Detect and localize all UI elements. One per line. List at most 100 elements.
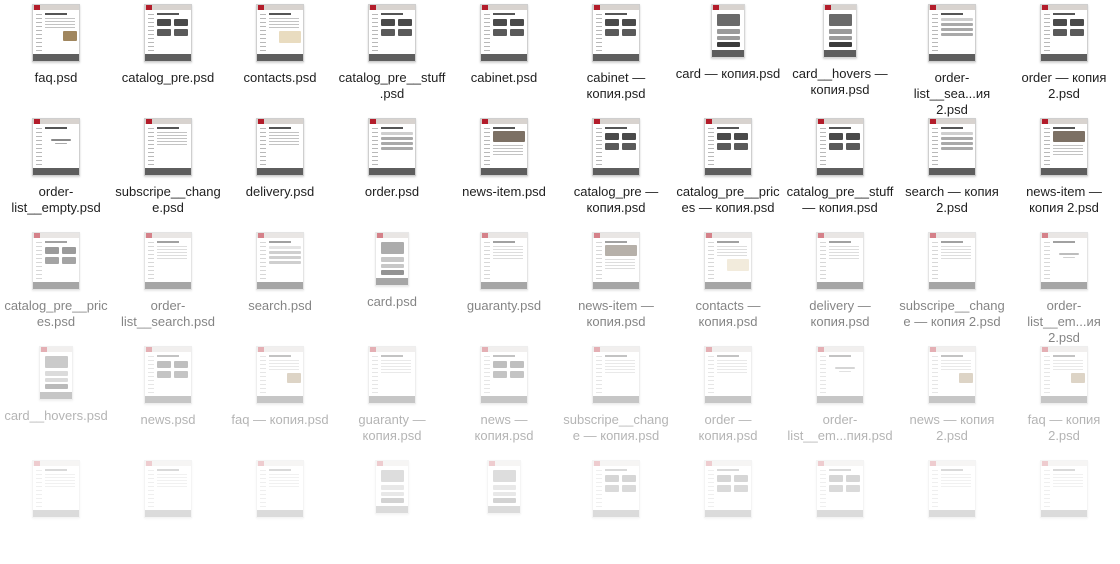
psd-document-icon[interactable] bbox=[144, 460, 192, 518]
file-name[interactable]: catalog_pre__stuff — копия.psd bbox=[784, 184, 896, 216]
psd-document-icon[interactable] bbox=[32, 460, 80, 518]
file-item[interactable]: catalog_pre__stuff — копия.psd bbox=[784, 118, 896, 216]
psd-document-icon[interactable] bbox=[816, 460, 864, 518]
file-item[interactable]: order — копия 2.psd bbox=[1008, 4, 1120, 102]
file-name[interactable]: order-list__search.psd bbox=[112, 298, 224, 330]
psd-document-icon[interactable] bbox=[32, 232, 80, 290]
file-item[interactable]: card__hovers — копия.psd bbox=[784, 4, 896, 98]
file-name[interactable]: catalog_pre.psd bbox=[112, 70, 224, 86]
file-name[interactable]: order-list__em...пия.psd bbox=[784, 412, 896, 444]
psd-document-icon[interactable] bbox=[375, 232, 409, 286]
file-item[interactable]: search.psd bbox=[224, 232, 336, 314]
file-item[interactable]: order-list__empty.psd bbox=[0, 118, 112, 216]
file-item[interactable]: news — копия.psd bbox=[448, 346, 560, 444]
psd-document-icon[interactable] bbox=[592, 4, 640, 62]
psd-document-icon[interactable] bbox=[144, 4, 192, 62]
psd-document-icon[interactable] bbox=[816, 118, 864, 176]
file-name[interactable]: order-list__em...ия 2.psd bbox=[1008, 298, 1120, 346]
file-item[interactable]: contacts — копия.psd bbox=[672, 232, 784, 330]
file-item[interactable]: catalog_pre — копия.psd bbox=[560, 118, 672, 216]
psd-document-icon[interactable] bbox=[256, 4, 304, 62]
file-name[interactable]: order — копия.psd bbox=[672, 412, 784, 444]
file-name[interactable]: card — копия.psd bbox=[672, 66, 784, 82]
file-name[interactable]: delivery.psd bbox=[224, 184, 336, 200]
file-item[interactable]: cabinet — копия.psd bbox=[560, 4, 672, 102]
file-item[interactable]: guaranty — копия.psd bbox=[336, 346, 448, 444]
file-item[interactable]: news-item — копия.psd bbox=[560, 232, 672, 330]
file-name[interactable]: delivery — копия.psd bbox=[784, 298, 896, 330]
file-item[interactable]: news-item — копия 2.psd bbox=[1008, 118, 1120, 216]
file-item[interactable]: subscripe__change — копия.psd bbox=[560, 346, 672, 444]
file-item[interactable]: order-list__em...ия 2.psd bbox=[1008, 232, 1120, 346]
file-name[interactable]: search.psd bbox=[224, 298, 336, 314]
psd-document-icon[interactable] bbox=[592, 346, 640, 404]
file-name[interactable]: faq — копия.psd bbox=[224, 412, 336, 428]
psd-document-icon[interactable] bbox=[368, 346, 416, 404]
psd-document-icon[interactable] bbox=[1040, 118, 1088, 176]
file-name[interactable]: news-item.psd bbox=[448, 184, 560, 200]
file-name[interactable]: search — копия 2.psd bbox=[896, 184, 1008, 216]
file-item[interactable] bbox=[0, 460, 112, 518]
file-name[interactable]: faq — копия 2.psd bbox=[1008, 412, 1120, 444]
psd-document-icon[interactable] bbox=[256, 232, 304, 290]
file-name[interactable]: contacts.psd bbox=[224, 70, 336, 86]
psd-document-icon[interactable] bbox=[480, 232, 528, 290]
file-item[interactable]: faq — копия.psd bbox=[224, 346, 336, 428]
file-item[interactable]: order-list__em...пия.psd bbox=[784, 346, 896, 444]
file-name[interactable]: faq.psd bbox=[0, 70, 112, 86]
psd-document-icon[interactable] bbox=[144, 346, 192, 404]
file-name[interactable]: order — копия 2.psd bbox=[1008, 70, 1120, 102]
file-name[interactable]: guaranty.psd bbox=[448, 298, 560, 314]
file-item[interactable] bbox=[560, 460, 672, 518]
file-item[interactable] bbox=[784, 460, 896, 518]
psd-document-icon[interactable] bbox=[928, 232, 976, 290]
psd-document-icon[interactable] bbox=[704, 118, 752, 176]
file-name[interactable]: cabinet.psd bbox=[448, 70, 560, 86]
psd-document-icon[interactable] bbox=[928, 346, 976, 404]
file-item[interactable]: news — копия 2.psd bbox=[896, 346, 1008, 444]
psd-document-icon[interactable] bbox=[816, 346, 864, 404]
psd-document-icon[interactable] bbox=[368, 118, 416, 176]
file-item[interactable]: news-item.psd bbox=[448, 118, 560, 200]
file-name[interactable]: catalog_pre__stuff.psd bbox=[336, 70, 448, 102]
file-item[interactable]: faq.psd bbox=[0, 4, 112, 86]
file-item[interactable]: order — копия.psd bbox=[672, 346, 784, 444]
psd-document-icon[interactable] bbox=[32, 4, 80, 62]
file-item[interactable] bbox=[336, 460, 448, 514]
file-name[interactable]: catalog_pre__prices.psd bbox=[0, 298, 112, 330]
psd-document-icon[interactable] bbox=[704, 346, 752, 404]
file-item[interactable]: news.psd bbox=[112, 346, 224, 428]
psd-document-icon[interactable] bbox=[823, 4, 857, 58]
psd-document-icon[interactable] bbox=[592, 118, 640, 176]
file-name[interactable]: news-item — копия 2.psd bbox=[1008, 184, 1120, 216]
file-name[interactable]: card.psd bbox=[336, 294, 448, 310]
file-name[interactable]: subscripe__change — копия 2.psd bbox=[896, 298, 1008, 330]
file-name[interactable]: news-item — копия.psd bbox=[560, 298, 672, 330]
file-item[interactable]: card — копия.psd bbox=[672, 4, 784, 82]
file-name[interactable]: card__hovers.psd bbox=[0, 408, 112, 424]
psd-document-icon[interactable] bbox=[368, 4, 416, 62]
file-name[interactable]: contacts — копия.psd bbox=[672, 298, 784, 330]
psd-document-icon[interactable] bbox=[928, 460, 976, 518]
file-item[interactable]: catalog_pre__prices.psd bbox=[0, 232, 112, 330]
file-name[interactable]: catalog_pre__prices — копия.psd bbox=[672, 184, 784, 216]
psd-document-icon[interactable] bbox=[816, 232, 864, 290]
psd-document-icon[interactable] bbox=[256, 460, 304, 518]
file-name[interactable]: order-list__empty.psd bbox=[0, 184, 112, 216]
file-item[interactable]: subscripe__change.psd bbox=[112, 118, 224, 216]
file-item[interactable]: card.psd bbox=[336, 232, 448, 310]
file-item[interactable]: contacts.psd bbox=[224, 4, 336, 86]
file-item[interactable]: cabinet.psd bbox=[448, 4, 560, 86]
file-item[interactable] bbox=[1008, 460, 1120, 518]
psd-document-icon[interactable] bbox=[1040, 346, 1088, 404]
psd-document-icon[interactable] bbox=[144, 118, 192, 176]
psd-document-icon[interactable] bbox=[928, 118, 976, 176]
psd-document-icon[interactable] bbox=[1040, 460, 1088, 518]
file-name[interactable]: guaranty — копия.psd bbox=[336, 412, 448, 444]
file-item[interactable]: faq — копия 2.psd bbox=[1008, 346, 1120, 444]
file-item[interactable]: search — копия 2.psd bbox=[896, 118, 1008, 216]
file-item[interactable]: delivery.psd bbox=[224, 118, 336, 200]
file-item[interactable]: order-list__search.psd bbox=[112, 232, 224, 330]
psd-document-icon[interactable] bbox=[480, 4, 528, 62]
file-item[interactable] bbox=[448, 460, 560, 514]
